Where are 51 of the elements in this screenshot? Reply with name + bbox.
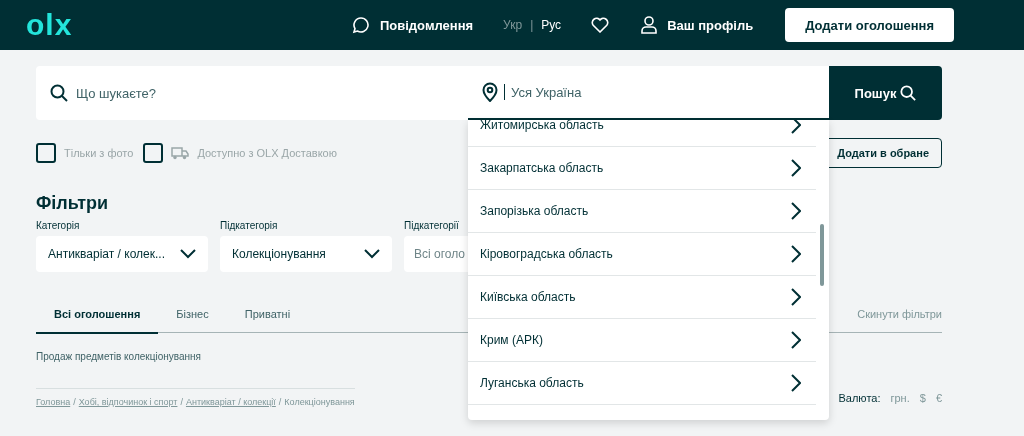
profile-link[interactable]: Ваш профіль — [667, 17, 754, 33]
region-option[interactable]: Луганська область — [468, 362, 816, 405]
region-option[interactable]: Закарпатська область — [468, 147, 816, 190]
checkbox[interactable] — [36, 143, 56, 163]
region-option[interactable]: Житомирська область — [468, 120, 816, 147]
chevron-right-icon — [791, 120, 801, 134]
chevron-right-icon — [791, 245, 801, 263]
region-option[interactable]: Запорізька область — [468, 190, 816, 233]
chevron-right-icon — [791, 288, 801, 306]
logo[interactable]: olx — [26, 8, 73, 42]
breadcrumb-current: Колекціонування — [284, 397, 355, 407]
language-link[interactable]: Рус — [541, 18, 562, 32]
search-button[interactable]: Пошук — [829, 66, 942, 120]
tab[interactable]: Бізнес — [158, 307, 227, 334]
chevron-right-icon — [791, 331, 801, 349]
chat-bubble-icon[interactable] — [351, 16, 370, 34]
breadcrumb-separator: / — [180, 397, 183, 407]
location-pin-icon — [482, 82, 498, 102]
region-option[interactable]: Київська область — [468, 276, 816, 319]
filter-label: Підкатегорія — [220, 220, 278, 231]
breadcrumb-separator: / — [73, 397, 76, 407]
search-icon — [50, 84, 68, 102]
breadcrumb-separator: / — [278, 397, 282, 407]
scrollbar[interactable] — [820, 224, 824, 286]
language-separator: | — [530, 18, 534, 32]
region-option[interactable]: Кіровоградська область — [468, 233, 816, 276]
tab[interactable]: Приватні — [226, 307, 309, 334]
region-option[interactable]: Крим (АРК) — [468, 319, 816, 362]
category-description: Продаж предметів колекціонування — [36, 351, 201, 362]
search-field[interactable]: Що шукаєте? — [36, 66, 468, 120]
chevron-down-icon — [180, 249, 196, 259]
filter-label: Підкатегорії — [404, 220, 459, 231]
heart-icon[interactable] — [591, 17, 610, 33]
filter-label: Категорія — [36, 220, 80, 231]
currency-label: Валюта: — [838, 391, 881, 404]
user-icon[interactable] — [641, 16, 658, 34]
chevron-right-icon — [791, 202, 801, 220]
search-icon — [900, 85, 917, 101]
filter-dropdown[interactable]: Антикваріат / колек... — [36, 236, 208, 272]
tab[interactable]: Всі оголошення — [36, 307, 159, 334]
chevron-right-icon — [791, 374, 801, 392]
checkbox[interactable] — [143, 143, 164, 163]
truck-icon — [171, 146, 190, 160]
messages-link[interactable]: Повідомлення — [379, 17, 474, 33]
location-field[interactable]: Уся Україна — [468, 66, 829, 120]
chevron-right-icon — [791, 159, 801, 177]
filters-heading: Фільтри — [36, 192, 109, 214]
filter-dropdown[interactable]: Колекціонування — [220, 236, 392, 272]
post-ad-button[interactable]: Додати оголошення — [785, 8, 954, 42]
language-link[interactable]: Укр — [503, 18, 523, 32]
chevron-down-icon — [364, 249, 380, 259]
